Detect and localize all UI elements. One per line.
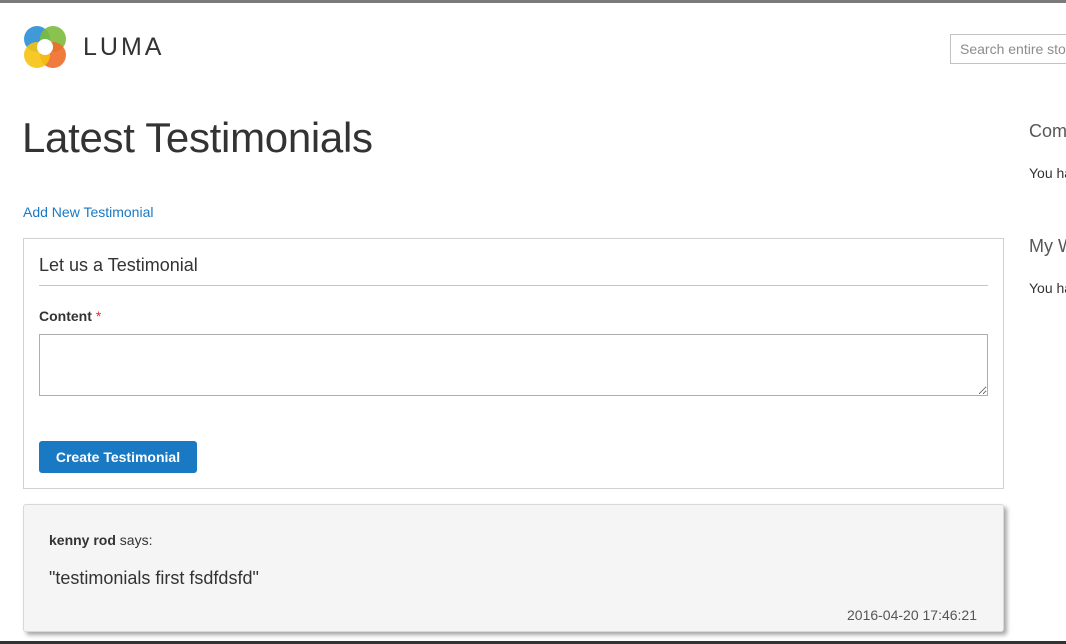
testimonial-author-line: kenny rod says: [49, 532, 152, 548]
content-label: Content * [39, 308, 101, 324]
top-border [0, 0, 1066, 3]
required-mark: * [95, 308, 102, 324]
create-testimonial-button[interactable]: Create Testimonial [39, 441, 197, 473]
content-textarea[interactable] [39, 334, 988, 396]
brand-name: LUMA [83, 32, 165, 61]
testimonial-text: "testimonials first fsdfdsfd" [49, 568, 259, 588]
page-title: Latest Testimonials [22, 114, 373, 161]
testimonial-date: 2016-04-20 17:46:21 [847, 607, 977, 623]
wishlist-text: You have no items in your wish list. [1029, 280, 1066, 296]
testimonial-form: Let us a Testimonial Content * Create Tes… [23, 238, 1004, 489]
wishlist-title: My Wish List [1029, 236, 1066, 256]
page: LUMA Latest Testimonials Add New Testimo… [0, 0, 1066, 644]
luma-logo[interactable]: LUMA [23, 25, 164, 69]
form-legend: Let us a Testimonial [39, 255, 198, 275]
add-new-testimonial-link[interactable]: Add New Testimonial [23, 204, 153, 220]
compare-products-title: Compare Products [1029, 121, 1066, 141]
luma-logo-icon [24, 26, 66, 68]
content-label-text: Content [39, 308, 92, 324]
testimonial-author: kenny rod [49, 532, 116, 548]
says-label: says: [119, 532, 153, 548]
search-input[interactable] [950, 34, 1066, 64]
compare-products-text: You have no items to compare. [1029, 165, 1066, 181]
legend-divider [39, 285, 988, 286]
testimonial-card: kenny rod says: "testimonials first fsdf… [23, 504, 1004, 632]
